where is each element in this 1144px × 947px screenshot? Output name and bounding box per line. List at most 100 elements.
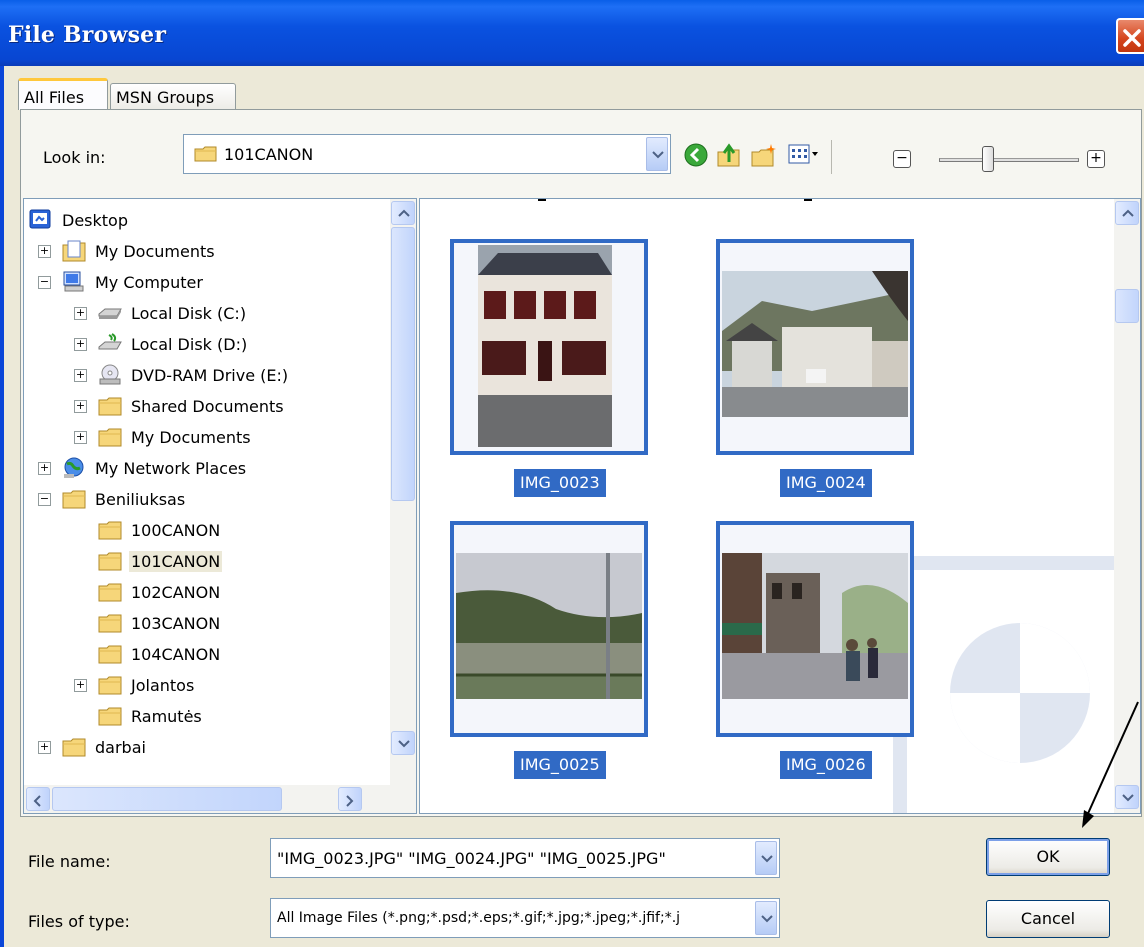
scroll-thumb[interactable] xyxy=(1115,289,1139,323)
tree-item-label: Local Disk (D:) xyxy=(131,334,248,354)
ok-button[interactable]: OK xyxy=(986,838,1110,876)
look-in-label: Look in: xyxy=(43,148,106,167)
tree-item-label: 103CANON xyxy=(131,613,221,633)
tab-label: MSN Groups xyxy=(116,88,215,107)
folder-icon xyxy=(97,394,123,418)
close-icon xyxy=(1123,29,1141,47)
my-computer-icon xyxy=(61,270,87,294)
tree-item-103canon[interactable]: 103CANON xyxy=(97,608,222,638)
tree-item-label: 102CANON xyxy=(131,582,221,602)
cancel-button[interactable]: Cancel xyxy=(986,900,1110,938)
chevron-left-icon xyxy=(33,795,41,807)
dvd-drive-icon xyxy=(97,363,123,387)
thumbnail-label[interactable]: IMG_0023 xyxy=(514,469,606,497)
tree-item-darbai[interactable]: + darbai xyxy=(38,732,148,762)
up-folder-icon[interactable] xyxy=(715,142,743,170)
file-type-label: Files of type: xyxy=(28,912,130,931)
photo-river-icon xyxy=(456,553,642,699)
tree-item-my-documents[interactable]: + My Documents xyxy=(38,236,217,266)
expand-icon[interactable]: + xyxy=(38,244,51,258)
thumbnail-label[interactable]: IMG_0024 xyxy=(780,469,872,497)
tree-item-local-disk-c[interactable]: + Local Disk (C:) xyxy=(74,298,248,328)
thumbnail-img-0023[interactable] xyxy=(450,239,648,455)
file-name-input[interactable]: "IMG_0023.JPG" "IMG_0024.JPG" "IMG_0025.… xyxy=(270,838,780,878)
thumbnail-label[interactable]: IMG_0026 xyxy=(780,751,872,779)
tree-item-my-network-places[interactable]: + My Network Places xyxy=(38,453,248,483)
tree-item-104canon[interactable]: 104CANON xyxy=(97,639,222,669)
thumbnail-img-0025[interactable] xyxy=(450,521,648,737)
zoom-out-button[interactable]: − xyxy=(893,150,911,168)
tree-item-100canon[interactable]: 100CANON xyxy=(97,515,222,545)
file-name-dropdown-button[interactable] xyxy=(755,841,777,875)
tree-item-label: My Computer xyxy=(95,272,203,292)
scroll-right-button[interactable] xyxy=(338,787,362,811)
scroll-up-button[interactable] xyxy=(391,201,415,225)
folder-tree[interactable]: Desktop + My Documents − My Computer + L… xyxy=(23,198,417,814)
expand-icon[interactable]: + xyxy=(74,306,87,320)
tree-item-label: Desktop xyxy=(62,210,128,230)
scroll-down-button[interactable] xyxy=(391,731,415,755)
tree-item-shared-documents[interactable]: + Shared Documents xyxy=(74,391,286,421)
back-icon[interactable] xyxy=(683,142,709,168)
photo-town-square-icon xyxy=(722,553,908,699)
thumbnail-img-0024[interactable] xyxy=(716,239,914,455)
scroll-left-button[interactable] xyxy=(26,787,50,811)
zoom-in-button[interactable]: + xyxy=(1087,150,1105,168)
tree-item-label: My Network Places xyxy=(95,458,247,478)
expand-icon[interactable]: + xyxy=(74,399,87,413)
zoom-slider-track[interactable] xyxy=(939,158,1079,162)
look-in-combo[interactable]: 101CANON xyxy=(183,134,671,174)
expand-icon[interactable]: + xyxy=(74,368,87,382)
tree-item-my-computer[interactable]: − My Computer xyxy=(38,267,205,297)
tree-item-label: darbai xyxy=(95,737,146,757)
scroll-marker xyxy=(804,199,812,201)
view-menu-icon[interactable] xyxy=(787,142,823,168)
thumbnail-img-0026[interactable] xyxy=(716,521,914,737)
tree-item-ramutes[interactable]: Ramutės xyxy=(97,701,204,731)
tree-horizontal-scrollbar[interactable] xyxy=(24,785,416,813)
folder-icon xyxy=(97,642,123,666)
folder-icon xyxy=(97,611,123,635)
collapse-icon[interactable]: − xyxy=(38,275,51,289)
zoom-slider-thumb[interactable] xyxy=(982,146,994,172)
tree-item-beniliuksas[interactable]: − Beniliuksas xyxy=(38,484,187,514)
scroll-down-button[interactable] xyxy=(1115,785,1139,809)
title-bar[interactable]: File Browser xyxy=(0,0,1144,66)
file-name-label: File name: xyxy=(28,852,111,871)
file-type-select[interactable]: All Image Files (*.png;*.psd;*.eps;*.gif… xyxy=(270,898,780,938)
thumbnail-view[interactable]: IMG_0023 IMG_0024 IMG_0025 IMG_0026 xyxy=(419,198,1141,814)
tree-item-my-documents-2[interactable]: + My Documents xyxy=(74,422,253,452)
photo-building-icon xyxy=(478,245,612,447)
tree-vertical-scrollbar[interactable] xyxy=(390,199,416,785)
tree-item-desktop[interactable]: Desktop xyxy=(28,205,130,235)
tree-item-dvd-drive[interactable]: + DVD-RAM Drive (E:) xyxy=(74,360,290,390)
tab-all-files[interactable]: All Files xyxy=(18,78,108,110)
new-folder-icon[interactable] xyxy=(749,142,779,170)
dialog-client: All Files MSN Groups Look in: 101CANON −… xyxy=(4,66,1144,947)
file-browser-window: File Browser All Files MSN Groups Look i… xyxy=(0,0,1144,947)
my-documents-icon xyxy=(61,239,87,263)
file-type-dropdown-button[interactable] xyxy=(755,901,777,935)
folder-open-icon xyxy=(97,549,123,573)
tree-item-102canon[interactable]: 102CANON xyxy=(97,577,222,607)
expand-icon[interactable]: + xyxy=(38,740,51,754)
close-button[interactable] xyxy=(1116,18,1144,54)
look-in-dropdown-button[interactable] xyxy=(646,137,668,171)
scroll-thumb[interactable] xyxy=(391,227,415,501)
watermark-logo-icon xyxy=(893,556,1140,813)
expand-icon[interactable]: + xyxy=(74,678,87,692)
thumbnail-vertical-scrollbar[interactable] xyxy=(1114,199,1140,813)
scroll-thumb[interactable] xyxy=(52,787,282,811)
expand-icon[interactable]: + xyxy=(74,337,87,351)
tree-item-101canon[interactable]: 101CANON xyxy=(97,546,223,576)
thumbnail-label[interactable]: IMG_0025 xyxy=(514,751,606,779)
tab-msn-groups[interactable]: MSN Groups xyxy=(110,83,236,110)
expand-icon[interactable]: + xyxy=(74,430,87,444)
tree-item-label: Beniliuksas xyxy=(95,489,186,509)
collapse-icon[interactable]: − xyxy=(38,492,51,506)
scroll-up-button[interactable] xyxy=(1115,201,1139,225)
expand-icon[interactable]: + xyxy=(38,461,51,475)
tree-item-jolantos[interactable]: + Jolantos xyxy=(74,670,196,700)
tree-item-local-disk-d[interactable]: + Local Disk (D:) xyxy=(74,329,249,359)
folder-icon xyxy=(97,425,123,449)
